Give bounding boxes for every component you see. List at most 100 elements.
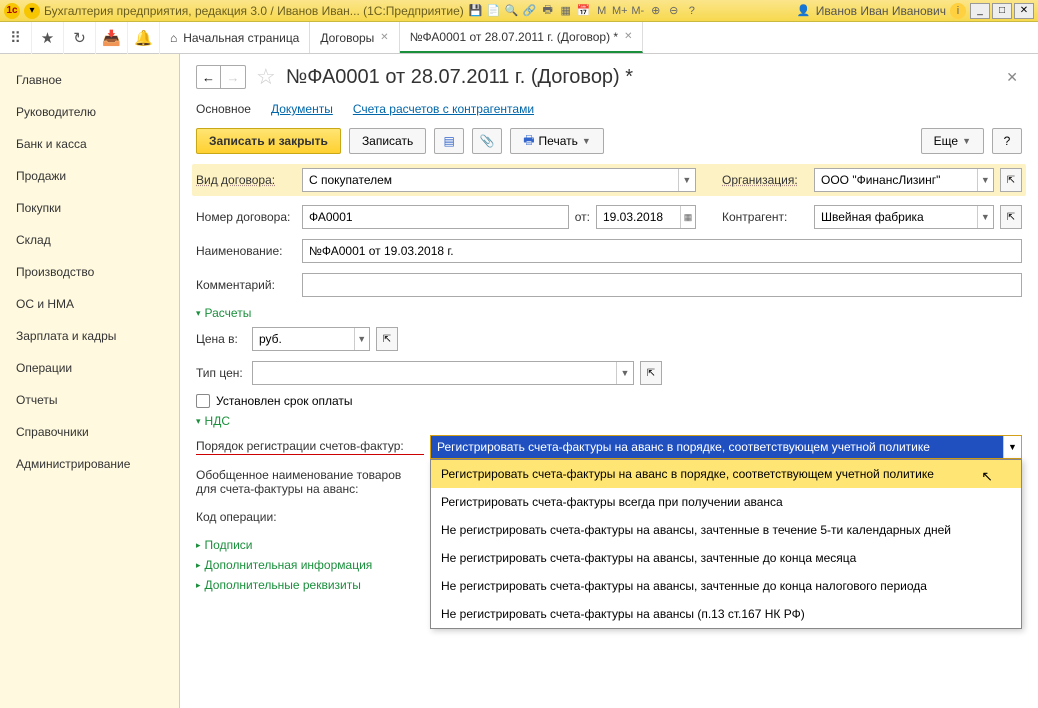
chevron-down-icon[interactable]: ▼ [977,206,993,228]
subtab-main[interactable]: Основное [196,102,251,116]
user-name: Иванов Иван Иванович [816,4,946,18]
top-toolbar: ⠿ ★ ↻ 📥 🔔 ⌂ Начальная страница Договоры … [0,22,1038,54]
subtab-accounts[interactable]: Счета расчетов с контрагентами [353,102,534,116]
chevron-down-icon[interactable]: ▼ [1003,436,1021,458]
favorite-star-icon[interactable]: ☆ [256,64,276,90]
expand-button[interactable]: ⇱ [1000,168,1022,192]
tool-icon[interactable]: 📄 [486,3,502,19]
sidebar-item-manager[interactable]: Руководителю [0,96,179,128]
dropdown-icon[interactable]: ▾ [24,3,40,19]
user-icon: 👤 [796,3,812,19]
expand-button[interactable]: ⇱ [640,361,662,385]
home-icon: ⌂ [170,31,177,45]
sidebar-item-catalogs[interactable]: Справочники [0,416,179,448]
currency-select[interactable]: ▼ [252,327,370,351]
label-comment: Комментарий: [196,278,296,292]
search-icon[interactable]: 🔍 [504,3,520,19]
label-org: Организация: [722,173,808,187]
dropdown-option[interactable]: Не регистрировать счета-фактуры на аванс… [431,544,1021,572]
sidebar-item-salary[interactable]: Зарплата и кадры [0,320,179,352]
whatsthis-icon[interactable]: ? [684,3,700,19]
bell-icon[interactable]: 🔔 [128,22,160,54]
calendar-icon[interactable]: ▦ [680,206,695,228]
dropdown-option[interactable]: Не регистрировать счета-фактуры на аванс… [431,600,1021,628]
subtab-docs[interactable]: Документы [271,102,333,116]
sidebar-item-sales[interactable]: Продажи [0,160,179,192]
label-number: Номер договора: [196,210,296,224]
sidebar-item-bank[interactable]: Банк и касса [0,128,179,160]
chevron-down-icon[interactable]: ▼ [354,328,369,350]
save-icon[interactable]: 💾 [468,3,484,19]
sidebar-item-purchases[interactable]: Покупки [0,192,179,224]
mminus-btn[interactable]: M- [630,3,646,19]
dropdown-option[interactable]: Не регистрировать счета-фактуры на аванс… [431,516,1021,544]
back-button[interactable]: ← [197,66,221,88]
star-icon[interactable]: ★ [32,22,64,54]
inbox-icon[interactable]: 📥 [96,22,128,54]
contragent-select[interactable]: ▼ [814,205,994,229]
tab-current[interactable]: №ФА0001 от 28.07.2011 г. (Договор) * ✕ [400,22,644,53]
sidebar-item-main[interactable]: Главное [0,64,179,96]
combo-selected[interactable]: Регистрировать счета-фактуры на аванс в … [431,436,1003,458]
close-icon[interactable]: ✕ [380,32,388,43]
dropdown-option[interactable]: Регистрировать счета-фактуры на аванс в … [431,460,1021,488]
date-input[interactable]: ▦ [596,205,696,229]
sidebar-item-operations[interactable]: Операции [0,352,179,384]
chevron-down-icon: ▼ [962,136,971,146]
minimize-button[interactable]: _ [970,3,990,19]
action-bar: Записать и закрыть Записать ▤ 📎 🖶 Печать… [196,128,1022,154]
org-select[interactable]: ▼ [814,168,994,192]
chevron-down-icon[interactable]: ▼ [977,169,993,191]
mplus-btn[interactable]: M+ [612,3,628,19]
invoice-order-combo[interactable]: Регистрировать счета-фактуры на аванс в … [430,435,1022,459]
label-name: Наименование: [196,244,296,258]
print-button[interactable]: 🖶 Печать ▼ [510,128,604,154]
sidebar-item-assets[interactable]: ОС и НМА [0,288,179,320]
label-term: Установлен срок оплаты [216,394,353,408]
comment-input[interactable] [302,273,1022,297]
chevron-down-icon[interactable]: ▼ [616,362,633,384]
tab-home[interactable]: ⌂ Начальная страница [160,22,310,53]
maximize-button[interactable]: □ [992,3,1012,19]
chevron-down-icon[interactable]: ▼ [678,169,695,191]
zoom-in-icon[interactable]: ⊕ [648,3,664,19]
close-icon[interactable]: ✕ [624,31,632,42]
sidebar-item-production[interactable]: Производство [0,256,179,288]
apps-icon[interactable]: ⠿ [0,22,32,54]
contract-type-select[interactable]: ▼ [302,168,696,192]
close-button[interactable]: ✕ [1014,3,1034,19]
attach-button[interactable]: 📎 [472,128,502,154]
term-checkbox[interactable] [196,394,210,408]
sidebar-item-admin[interactable]: Администрирование [0,448,179,480]
form-icon-button[interactable]: ▤ [434,128,464,154]
print-icon[interactable]: 🖶 [540,3,556,19]
name-input[interactable] [302,239,1022,263]
forward-button[interactable]: → [221,66,245,88]
expand-button[interactable]: ⇱ [1000,205,1022,229]
tab-contracts[interactable]: Договоры ✕ [310,22,399,53]
dropdown-list: Регистрировать счета-фактуры на аванс в … [430,459,1022,629]
info-icon[interactable]: i [950,3,966,19]
save-button[interactable]: Записать [349,128,426,154]
link-icon[interactable]: 🔗 [522,3,538,19]
collapse-vat[interactable]: НДС [196,414,1022,428]
page-close-button[interactable]: ✕ [1006,69,1022,86]
chevron-down-icon: ▼ [582,136,591,146]
expand-button[interactable]: ⇱ [376,327,398,351]
save-close-button[interactable]: Записать и закрыть [196,128,341,154]
sidebar-item-warehouse[interactable]: Склад [0,224,179,256]
history-icon[interactable]: ↻ [64,22,96,54]
sidebar-item-reports[interactable]: Отчеты [0,384,179,416]
m-btn[interactable]: M [594,3,610,19]
dropdown-option[interactable]: Не регистрировать счета-фактуры на аванс… [431,572,1021,600]
number-input[interactable] [302,205,569,229]
calendar-icon[interactable]: 📅 [576,3,592,19]
help-button[interactable]: ? [992,128,1022,154]
collapse-calc[interactable]: Расчеты [196,306,1022,320]
more-button[interactable]: Еще ▼ [921,128,984,154]
price-type-select[interactable]: ▼ [252,361,634,385]
zoom-out-icon[interactable]: ⊖ [666,3,682,19]
dropdown-option[interactable]: Регистрировать счета-фактуры всегда при … [431,488,1021,516]
nav-arrows: ← → [196,65,246,89]
table-icon[interactable]: ▦ [558,3,574,19]
